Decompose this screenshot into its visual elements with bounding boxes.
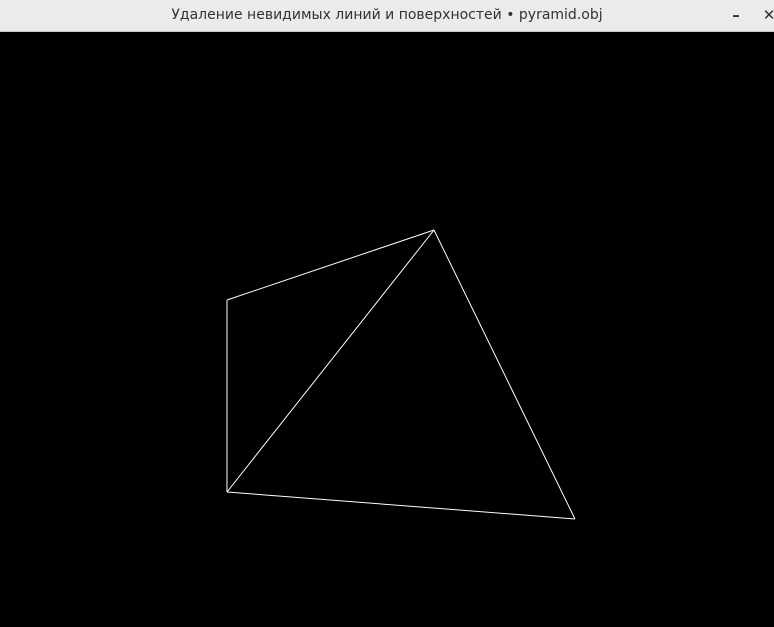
- wireframe-view: [226, 229, 576, 520]
- title-bar[interactable]: Удаление невидимых линий и поверхностей …: [0, 0, 774, 32]
- window-title: Удаление невидимых линий и поверхностей …: [171, 7, 603, 23]
- app-window: Удаление невидимых линий и поверхностей …: [0, 0, 774, 627]
- close-button[interactable]: ✕: [757, 0, 774, 31]
- pyramid-wireframe: [226, 229, 576, 520]
- minimize-button[interactable]: –: [724, 0, 748, 31]
- close-icon: ✕: [762, 6, 774, 24]
- render-canvas[interactable]: [0, 33, 774, 627]
- edge-left-top: [226, 229, 435, 301]
- edge-diagonal: [226, 229, 435, 493]
- edge-right: [433, 229, 576, 520]
- minimize-icon: –: [732, 6, 740, 24]
- edge-bottom: [226, 491, 576, 520]
